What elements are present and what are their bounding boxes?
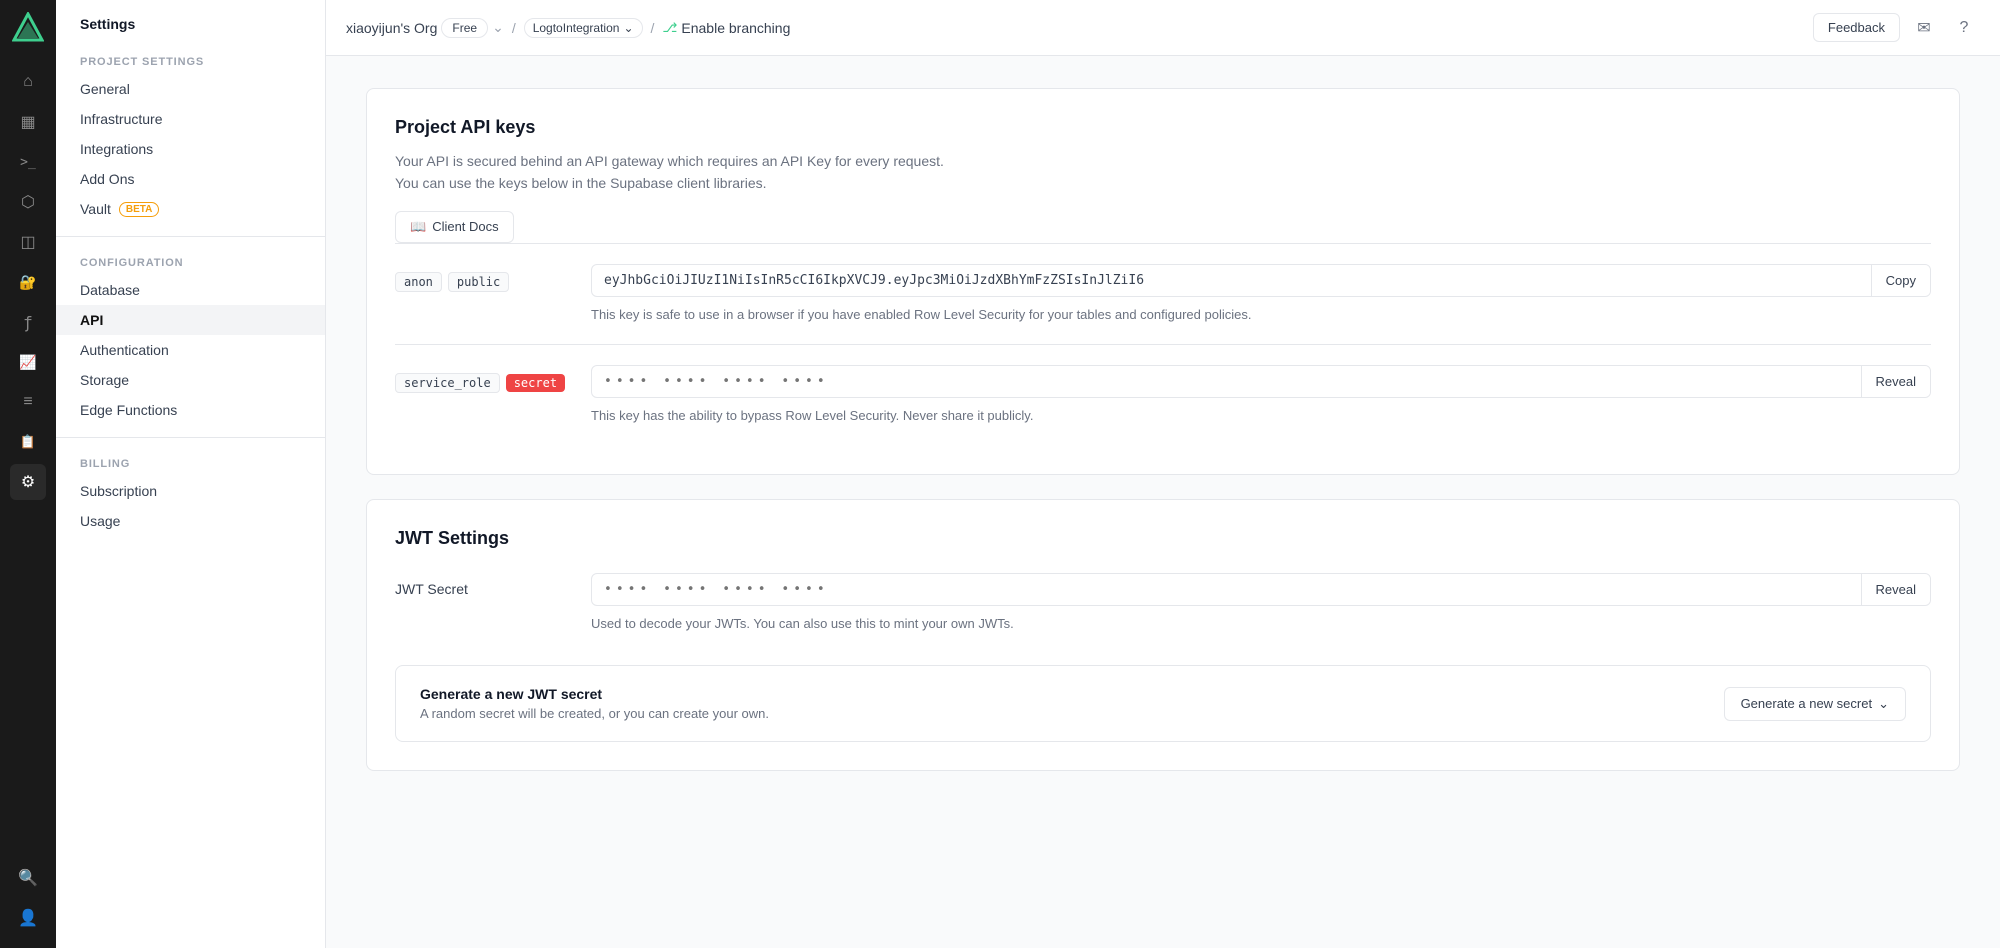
settings-nav-icon[interactable]: ⚙ bbox=[10, 464, 46, 500]
api-keys-card: Project API keys Your API is secured beh… bbox=[366, 88, 1960, 475]
service-role-key-row: service_role secret Reveal This key has … bbox=[395, 344, 1931, 446]
help-icon[interactable]: ? bbox=[1948, 12, 1980, 44]
service-key-hint: This key has the ability to bypass Row L… bbox=[591, 406, 1931, 426]
book-icon: 📖 bbox=[410, 219, 426, 235]
anon-key-hint: This key is safe to use in a browser if … bbox=[591, 305, 1931, 325]
jwt-hint: Used to decode your JWTs. You can also u… bbox=[591, 614, 1931, 634]
api-keys-description: Your API is secured behind an API gatewa… bbox=[395, 150, 1931, 195]
sidebar-item-vault[interactable]: Vault BETA bbox=[56, 194, 325, 224]
vault-beta-badge: BETA bbox=[119, 202, 159, 217]
jwt-input-row: Reveal bbox=[591, 573, 1931, 606]
project-breadcrumb[interactable]: LogtoIntegration ⌄ bbox=[524, 18, 643, 38]
mail-icon[interactable]: ✉ bbox=[1908, 12, 1940, 44]
topbar-actions: Feedback ✉ ? bbox=[1813, 12, 1980, 44]
anon-key-field: Copy This key is safe to use in a browse… bbox=[591, 264, 1931, 325]
service-role-field: Reveal This key has the ability to bypas… bbox=[591, 365, 1931, 426]
table-icon[interactable]: ▦ bbox=[10, 104, 46, 140]
chevron-down-icon: ⌄ bbox=[1878, 696, 1889, 712]
profile-nav-icon[interactable]: 👤 bbox=[10, 900, 46, 936]
sidebar-item-api[interactable]: API bbox=[56, 305, 325, 335]
storage-icon[interactable]: ◫ bbox=[10, 224, 46, 260]
org-plan-pill[interactable]: Free bbox=[441, 18, 488, 38]
sidebar-item-infrastructure[interactable]: Infrastructure bbox=[56, 104, 325, 134]
main-content: Project API keys Your API is secured beh… bbox=[326, 56, 2000, 948]
generate-secret-box: Generate a new JWT secret A random secre… bbox=[395, 665, 1931, 742]
breadcrumb-sep-2: / bbox=[651, 20, 655, 36]
service-role-input-row: Reveal bbox=[591, 365, 1931, 398]
secret-tag: secret bbox=[506, 374, 565, 392]
project-settings-section-label: PROJECT SETTINGS bbox=[56, 48, 325, 74]
client-docs-button[interactable]: 📖 Client Docs bbox=[395, 211, 514, 243]
project-chevron-icon: ⌄ bbox=[623, 21, 633, 35]
auth-icon[interactable]: 🔐 bbox=[10, 264, 46, 300]
jwt-settings-card: JWT Settings JWT Secret Reveal Used to d… bbox=[366, 499, 1960, 772]
app-logo[interactable] bbox=[12, 12, 44, 44]
configuration-section-label: CONFIGURATION bbox=[56, 249, 325, 275]
feedback-button[interactable]: Feedback bbox=[1813, 13, 1900, 42]
reveal-jwt-button[interactable]: Reveal bbox=[1861, 574, 1930, 605]
service-role-input[interactable] bbox=[592, 366, 1861, 397]
sidebar-item-database[interactable]: Database bbox=[56, 275, 325, 305]
jwt-secret-label: JWT Secret bbox=[395, 573, 575, 597]
search-nav-icon[interactable]: 🔍 bbox=[10, 860, 46, 896]
chevron-down-icon[interactable]: ⌄ bbox=[492, 19, 504, 36]
sidebar-item-storage[interactable]: Storage bbox=[56, 365, 325, 395]
public-tag: public bbox=[448, 272, 509, 292]
main-wrapper: xiaoyijun's Org Free ⌄ / LogtoIntegratio… bbox=[326, 0, 2000, 948]
generate-box-text: Generate a new JWT secret A random secre… bbox=[420, 686, 769, 721]
sidebar-item-addons[interactable]: Add Ons bbox=[56, 164, 325, 194]
api-keys-title: Project API keys bbox=[395, 117, 1931, 138]
jwt-field-wrap: Reveal Used to decode your JWTs. You can… bbox=[591, 573, 1931, 634]
database-icon[interactable]: ⬡ bbox=[10, 184, 46, 220]
jwt-settings-title: JWT Settings bbox=[395, 528, 1931, 549]
anon-key-input[interactable] bbox=[592, 265, 1871, 296]
sidebar-item-edge-functions[interactable]: Edge Functions bbox=[56, 395, 325, 425]
home-icon[interactable]: ⌂ bbox=[10, 64, 46, 100]
anon-key-input-row: Copy bbox=[591, 264, 1931, 297]
sidebar-item-general[interactable]: General bbox=[56, 74, 325, 104]
service-role-labels: service_role secret bbox=[395, 365, 575, 393]
copy-anon-key-button[interactable]: Copy bbox=[1871, 265, 1930, 296]
sidebar-item-subscription[interactable]: Subscription bbox=[56, 476, 325, 506]
billing-section-label: BILLING bbox=[56, 450, 325, 476]
breadcrumb: xiaoyijun's Org Free ⌄ / LogtoIntegratio… bbox=[346, 18, 1805, 38]
anon-tag: anon bbox=[395, 272, 442, 292]
branch-breadcrumb: ⎇ Enable branching bbox=[662, 20, 790, 36]
service-role-tag: service_role bbox=[395, 373, 500, 393]
generate-new-secret-button[interactable]: Generate a new secret ⌄ bbox=[1724, 687, 1906, 721]
branch-icon: ⎇ bbox=[662, 20, 677, 36]
sidebar-item-usage[interactable]: Usage bbox=[56, 506, 325, 536]
org-breadcrumb: xiaoyijun's Org Free ⌄ bbox=[346, 18, 504, 38]
org-name: xiaoyijun's Org bbox=[346, 20, 437, 36]
topbar: xiaoyijun's Org Free ⌄ / LogtoIntegratio… bbox=[326, 0, 2000, 56]
generate-label-text: Generate a new secret bbox=[1741, 696, 1873, 711]
reveal-service-key-button[interactable]: Reveal bbox=[1861, 366, 1930, 397]
anon-key-labels: anon public bbox=[395, 264, 575, 292]
icon-nav: ⌂ ▦ >_ ⬡ ◫ 🔐 ƒ 📈 ≡ 📋 ⚙ 🔍 👤 bbox=[0, 0, 56, 948]
advisors-icon[interactable]: 📋 bbox=[10, 424, 46, 460]
anon-key-row: anon public Copy This key is safe to use… bbox=[395, 243, 1931, 345]
breadcrumb-sep-1: / bbox=[512, 20, 516, 36]
branch-label[interactable]: Enable branching bbox=[681, 20, 790, 36]
terminal-icon[interactable]: >_ bbox=[10, 144, 46, 180]
project-name: LogtoIntegration bbox=[533, 21, 620, 35]
sidebar-app-title: Settings bbox=[80, 16, 135, 32]
functions-icon[interactable]: ƒ bbox=[10, 304, 46, 340]
logs-icon[interactable]: ≡ bbox=[10, 384, 46, 420]
sidebar-item-integrations[interactable]: Integrations bbox=[56, 134, 325, 164]
generate-box-title: Generate a new JWT secret bbox=[420, 686, 769, 702]
jwt-secret-input[interactable] bbox=[592, 574, 1861, 605]
jwt-secret-row: JWT Secret Reveal Used to decode your JW… bbox=[395, 561, 1931, 654]
reports-icon[interactable]: 📈 bbox=[10, 344, 46, 380]
sidebar: Settings PROJECT SETTINGS General Infras… bbox=[56, 0, 326, 948]
sidebar-item-authentication[interactable]: Authentication bbox=[56, 335, 325, 365]
generate-box-desc: A random secret will be created, or you … bbox=[420, 706, 769, 721]
